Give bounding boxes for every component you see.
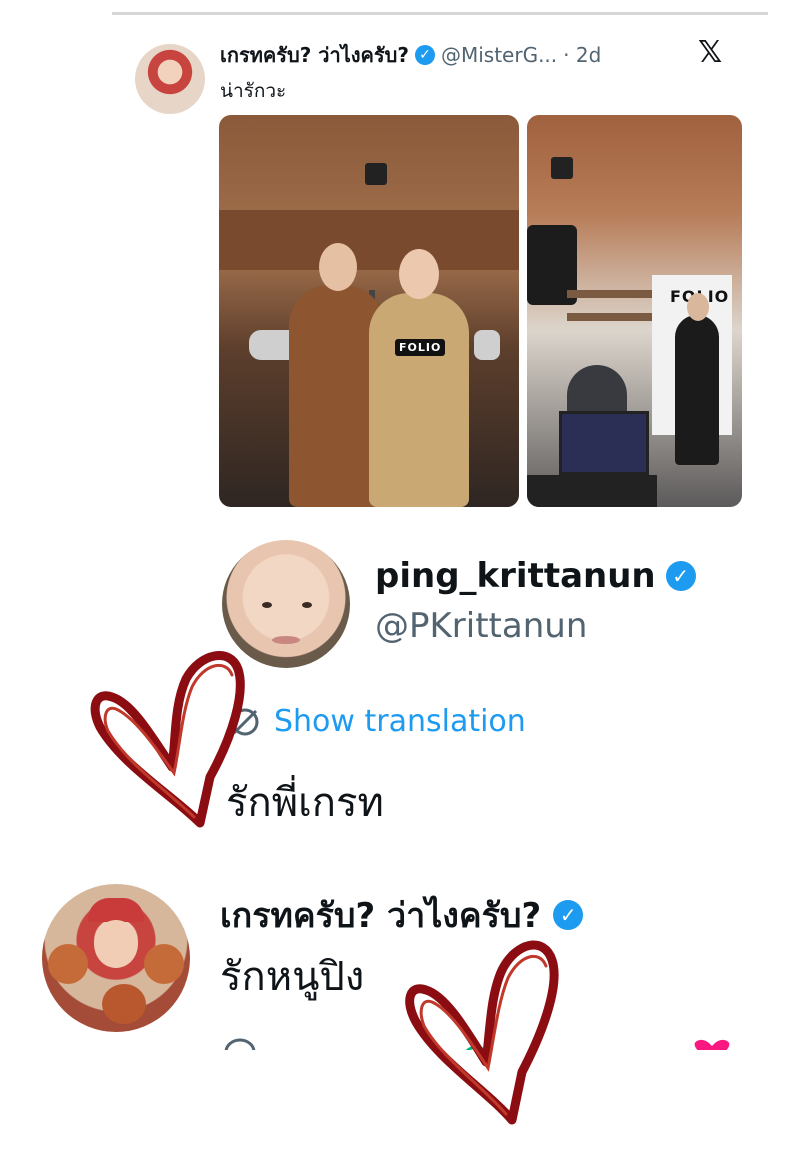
ping-avatar[interactable] [222, 540, 350, 668]
person-standing-head [687, 293, 709, 321]
show-translation-link[interactable]: Show translation [274, 704, 526, 739]
laptop-base [527, 475, 657, 507]
ping-name-row: ping_krittanun ✓ [375, 556, 696, 596]
hand-drawn-heart-icon [405, 940, 559, 1125]
reply-icon[interactable] [222, 1036, 258, 1050]
globe-icon [228, 705, 262, 739]
tweet-photo-1[interactable]: FOLIO [219, 115, 519, 507]
ping-tweet-text: รักพี่เกรท [226, 780, 384, 826]
camera-right [474, 330, 500, 360]
tweet-text: น่ารักวะ [220, 80, 287, 102]
author-avatar[interactable] [135, 44, 205, 114]
verified-badge-icon: ✓ [414, 45, 435, 65]
avatar-dog-left [48, 944, 88, 984]
avatar-cap [88, 898, 144, 922]
person-left-head [319, 243, 357, 291]
reply-tweet-text: รักหนูปิง [220, 954, 365, 1000]
avatar-dog-bottom [102, 984, 146, 1024]
verified-badge-icon: ✓ [665, 561, 696, 591]
avatar-mouth [272, 636, 300, 644]
shelf-1 [567, 290, 657, 298]
tweet-time[interactable]: · 2d [563, 43, 601, 67]
reply-author-name[interactable]: เกรทครับ? ว่าไงครับ? [220, 888, 541, 942]
author-name[interactable]: เกรทครับ? ว่าไงครับ? [220, 39, 409, 71]
person-standing [675, 315, 719, 465]
laptop-screen [559, 411, 649, 475]
avatar-eye-left [262, 602, 272, 608]
wood-panel [219, 210, 519, 270]
ceiling-lamp [365, 163, 387, 185]
shelf-2 [567, 313, 657, 321]
top-divider [112, 12, 768, 15]
ceiling-lamp [551, 157, 573, 179]
retweet-icon[interactable] [458, 1036, 494, 1050]
avatar-eye-right [302, 602, 312, 608]
avatar-face [94, 920, 138, 968]
tweet-header: เกรทครับ? ว่าไงครับ? ✓ @MisterG... · 2d [220, 40, 601, 70]
x-logo-icon: 𝕏 [698, 35, 723, 70]
avatar-dog-right [144, 944, 184, 984]
mic-flag-label: FOLIO [395, 339, 446, 356]
like-heart-icon[interactable] [686, 1036, 738, 1050]
action-bar [222, 1036, 742, 1050]
person-right [369, 293, 469, 507]
ping-author-handle[interactable]: @PKrittanun [375, 606, 587, 646]
verified-badge-icon: ✓ [553, 900, 584, 930]
tweet-photo-2[interactable]: FOLIO [527, 115, 742, 507]
author-handle[interactable]: @MisterG... [441, 43, 557, 67]
reply-name-row: เกรทครับ? ว่าไงครับ? ✓ [220, 888, 584, 942]
reply-avatar[interactable] [42, 884, 190, 1032]
ping-author-name[interactable]: ping_krittanun [375, 556, 656, 596]
show-translation-row[interactable]: Show translation [228, 704, 526, 739]
person-right-head [399, 249, 439, 299]
